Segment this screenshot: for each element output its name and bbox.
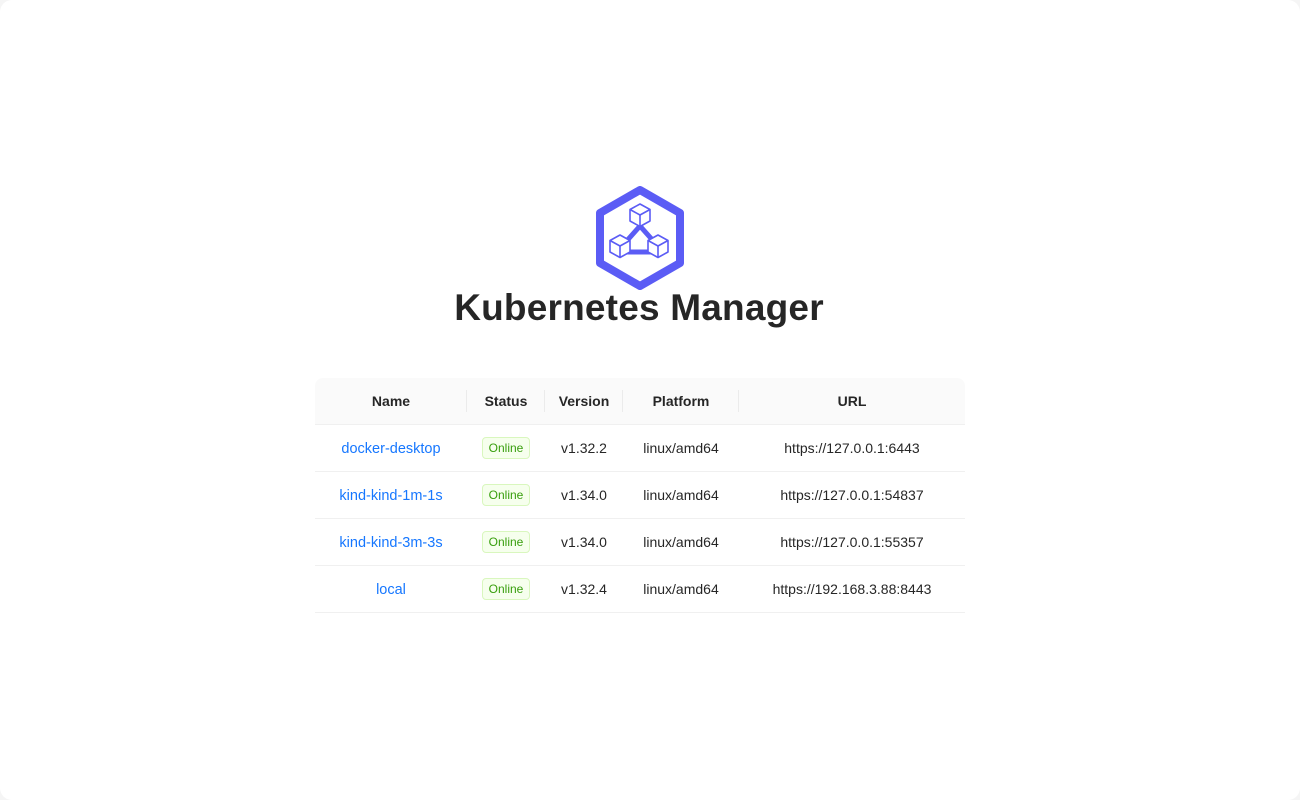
- column-header-name[interactable]: Name: [315, 378, 467, 425]
- clusters-table-container: Name Status Version Platform URL docker-…: [315, 378, 965, 613]
- table-row: local Online v1.32.4 linux/amd64 https:/…: [315, 565, 965, 613]
- column-header-platform[interactable]: Platform: [623, 378, 739, 425]
- status-badge: Online: [481, 531, 531, 553]
- table-row: kind-kind-3m-3s Online v1.34.0 linux/amd…: [315, 518, 965, 566]
- column-header-version[interactable]: Version: [545, 378, 623, 425]
- column-header-url[interactable]: URL: [739, 378, 965, 425]
- cluster-version: v1.34.0: [545, 518, 623, 566]
- cluster-platform: linux/amd64: [623, 518, 739, 566]
- table-header-row: Name Status Version Platform URL: [315, 378, 965, 425]
- status-badge: Online: [481, 437, 531, 459]
- table-row: kind-kind-1m-1s Online v1.34.0 linux/amd…: [315, 471, 965, 519]
- clusters-table: Name Status Version Platform URL docker-…: [315, 378, 965, 613]
- cluster-platform: linux/amd64: [623, 471, 739, 519]
- app-window: Kubernetes Manager Name Status Version P…: [0, 0, 1300, 800]
- cluster-url: https://127.0.0.1:6443: [739, 424, 965, 472]
- cluster-version: v1.32.2: [545, 424, 623, 472]
- page-title: Kubernetes Manager: [454, 287, 824, 328]
- cluster-url: https://127.0.0.1:54837: [739, 471, 965, 519]
- cluster-url: https://127.0.0.1:55357: [739, 518, 965, 566]
- cluster-name-link[interactable]: kind-kind-1m-1s: [339, 488, 442, 504]
- cluster-url: https://192.168.3.88:8443: [739, 565, 965, 613]
- cluster-version: v1.32.4: [545, 565, 623, 613]
- table-row: docker-desktop Online v1.32.2 linux/amd6…: [315, 424, 965, 472]
- cluster-platform: linux/amd64: [623, 424, 739, 472]
- kubernetes-logo-icon: [596, 186, 684, 290]
- cluster-version: v1.34.0: [545, 471, 623, 519]
- status-badge: Online: [481, 484, 531, 506]
- cluster-name-link[interactable]: kind-kind-3m-3s: [339, 535, 442, 551]
- cluster-name-link[interactable]: local: [376, 582, 406, 598]
- cluster-platform: linux/amd64: [623, 565, 739, 613]
- status-badge: Online: [481, 578, 531, 600]
- column-header-status[interactable]: Status: [467, 378, 545, 425]
- cluster-name-link[interactable]: docker-desktop: [341, 441, 440, 457]
